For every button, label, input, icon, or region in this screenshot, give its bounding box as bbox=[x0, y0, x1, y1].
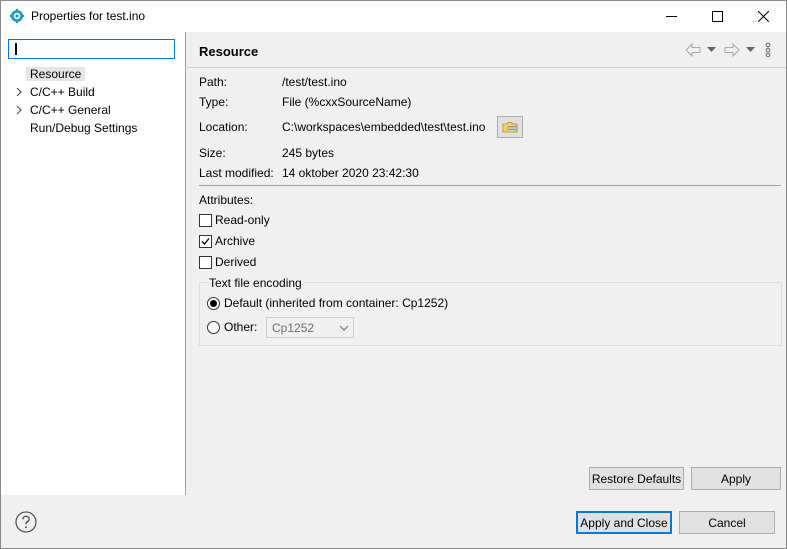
derived-label[interactable]: Derived bbox=[215, 255, 256, 269]
filter-field[interactable] bbox=[8, 39, 175, 59]
properties-dialog: Properties for test.ino Resource C/C++ B… bbox=[0, 0, 787, 549]
read-only-checkbox-row[interactable]: Read-only bbox=[199, 212, 270, 228]
tree-item-label: Run/Debug Settings bbox=[30, 121, 138, 135]
other-encoding-radio-row[interactable]: Other: bbox=[207, 319, 257, 335]
last-modified-value: 14 oktober 2020 23:42:30 bbox=[282, 166, 419, 180]
separator bbox=[199, 185, 781, 186]
window-title: Properties for test.ino bbox=[31, 9, 146, 23]
location-label: Location: bbox=[199, 120, 248, 134]
location-value: C:\workspaces\embedded\test\test.ino bbox=[282, 120, 486, 134]
size-label: Size: bbox=[199, 146, 226, 160]
view-menu-button[interactable] bbox=[765, 42, 771, 58]
chevron-right-icon[interactable] bbox=[14, 87, 24, 97]
close-icon bbox=[757, 11, 769, 22]
restore-defaults-button[interactable]: Restore Defaults bbox=[589, 467, 684, 490]
maximize-icon bbox=[711, 11, 723, 22]
resource-page: Resource Path: /test/test.ino Type: File… bbox=[187, 32, 786, 495]
tree-item-label: C/C++ Build bbox=[30, 85, 95, 99]
size-value: 245 bytes bbox=[282, 146, 335, 160]
back-button[interactable] bbox=[685, 42, 701, 58]
filter-input[interactable] bbox=[9, 40, 174, 58]
title-bar: Properties for test.ino bbox=[1, 1, 786, 32]
apply-and-close-button[interactable]: Apply and Close bbox=[576, 511, 672, 534]
other-encoding-radio[interactable] bbox=[207, 320, 220, 334]
cancel-button[interactable]: Cancel bbox=[679, 511, 775, 534]
arduino-gear-icon bbox=[10, 9, 24, 23]
chevron-right-icon[interactable] bbox=[14, 105, 24, 115]
help-icon[interactable] bbox=[15, 511, 37, 533]
minimize-button[interactable] bbox=[648, 1, 694, 32]
forward-arrow-icon bbox=[724, 43, 740, 57]
attributes-heading: Attributes: bbox=[199, 193, 254, 207]
tree-item-resource[interactable]: Resource bbox=[1, 65, 185, 83]
text-encoding-legend: Text file encoding bbox=[207, 276, 304, 290]
type-value: File (%cxxSourceName) bbox=[282, 95, 412, 109]
derived-checkbox[interactable] bbox=[199, 255, 212, 269]
page-title: Resource bbox=[199, 44, 259, 59]
forward-button[interactable] bbox=[724, 42, 740, 58]
tree-item-run-debug-settings[interactable]: Run/Debug Settings bbox=[1, 119, 185, 137]
other-encoding-label[interactable]: Other: bbox=[224, 320, 257, 334]
dropdown-arrow-icon bbox=[746, 47, 755, 52]
path-label: Path: bbox=[199, 75, 228, 89]
type-label: Type: bbox=[199, 95, 229, 109]
minimize-icon bbox=[665, 16, 677, 17]
tree-item-cpp-build[interactable]: C/C++ Build bbox=[1, 83, 185, 101]
last-modified-label: Last modified: bbox=[199, 166, 274, 180]
tree-item-cpp-general[interactable]: C/C++ General bbox=[1, 101, 185, 119]
other-encoding-select[interactable]: Cp1252 bbox=[266, 317, 354, 338]
path-value: /test/test.ino bbox=[282, 75, 347, 89]
default-encoding-label[interactable]: Default (inherited from container: Cp125… bbox=[224, 296, 448, 310]
tree-item-label: C/C++ General bbox=[30, 103, 111, 117]
back-history-dropdown[interactable] bbox=[707, 42, 716, 58]
open-folder-icon bbox=[502, 122, 518, 133]
chevron-down-icon bbox=[339, 325, 349, 331]
forward-history-dropdown[interactable] bbox=[746, 42, 755, 58]
checkmark-icon bbox=[201, 237, 210, 245]
archive-checkbox[interactable] bbox=[199, 234, 212, 248]
maximize-button[interactable] bbox=[694, 1, 740, 32]
default-encoding-radio[interactable] bbox=[207, 296, 220, 310]
category-tree-pane: Resource C/C++ Build C/C++ General Run/D… bbox=[1, 32, 186, 495]
read-only-checkbox[interactable] bbox=[199, 213, 212, 227]
show-in-explorer-button[interactable] bbox=[497, 116, 523, 138]
archive-label[interactable]: Archive bbox=[215, 234, 255, 248]
archive-checkbox-row[interactable]: Archive bbox=[199, 233, 255, 249]
more-vertical-icon bbox=[765, 42, 771, 58]
close-button[interactable] bbox=[740, 1, 786, 32]
tree-item-label: Resource bbox=[26, 67, 86, 81]
default-encoding-radio-row[interactable]: Default (inherited from container: Cp125… bbox=[207, 295, 448, 311]
apply-button[interactable]: Apply bbox=[691, 467, 781, 490]
dialog-button-bar: Apply and Close Cancel bbox=[1, 495, 786, 548]
derived-checkbox-row[interactable]: Derived bbox=[199, 254, 256, 270]
other-encoding-value: Cp1252 bbox=[272, 321, 315, 335]
dropdown-arrow-icon bbox=[707, 47, 716, 52]
page-header: Resource bbox=[187, 32, 786, 68]
read-only-label[interactable]: Read-only bbox=[215, 213, 270, 227]
back-arrow-icon bbox=[685, 43, 701, 57]
